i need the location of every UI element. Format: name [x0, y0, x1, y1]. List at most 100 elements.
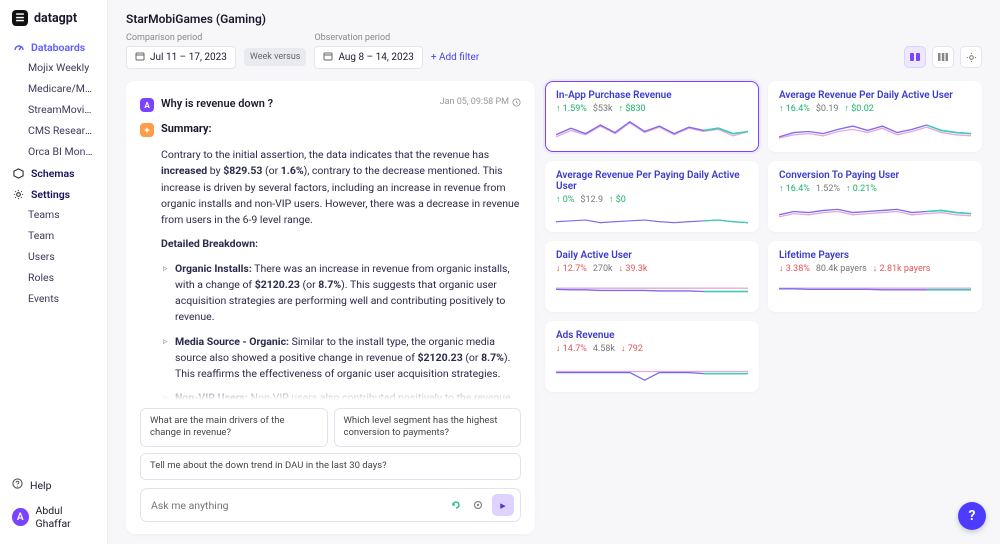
- metric-card[interactable]: Ads Revenue ↓ 14.7% 4.58k ↓ 792: [545, 321, 759, 392]
- sparkline-chart: [556, 118, 748, 145]
- help-fab[interactable]: ?: [958, 502, 986, 530]
- sidebar-item[interactable]: StreamMovie (B2C): [0, 99, 107, 120]
- sparkline-chart: [779, 118, 971, 145]
- help-icon: [12, 478, 23, 492]
- versus-pill[interactable]: Week versus: [244, 48, 307, 66]
- sparkline-chart: [556, 278, 748, 305]
- metric-change: ↑ 16.4%: [779, 103, 810, 114]
- regenerate-icon[interactable]: [448, 497, 464, 513]
- metric-change: ↑ 16.4%: [779, 183, 810, 194]
- calendar-icon: [135, 51, 145, 64]
- user-name: Abdul Ghaffar: [36, 504, 95, 530]
- user-badge-icon: A: [140, 98, 154, 112]
- metric-delta: ↓ 2.81k payers: [873, 263, 931, 274]
- sparkline-chart: [556, 358, 748, 385]
- sidebar: ☰ datagpt Databoards Mojix WeeklyMedicar…: [0, 0, 108, 544]
- message-timestamp: Jan 05, 09:58 PM: [440, 97, 521, 107]
- metric-value: 80.4k payers: [816, 264, 867, 274]
- metric-card[interactable]: Daily Active User ↓ 12.7% 270k ↓ 39.3k: [545, 241, 759, 312]
- sidebar-item[interactable]: Mojix Weekly: [0, 57, 107, 78]
- add-filter-button[interactable]: + Add filter: [431, 52, 479, 63]
- chat-input-field[interactable]: [151, 499, 442, 512]
- sidebar-item[interactable]: Orca BI Monthly: [0, 141, 107, 162]
- gear-icon: [12, 188, 25, 201]
- metric-title: In-App Purchase Revenue: [556, 90, 748, 101]
- metric-card[interactable]: Lifetime Payers ↓ 3.38% 80.4k payers ↓ 2.81…: [768, 241, 982, 312]
- help-label: Help: [30, 479, 52, 492]
- comparison-period-picker[interactable]: Jul 11 – 17, 2023: [126, 46, 236, 69]
- sparkline-chart: [779, 278, 971, 305]
- suggestion-chip[interactable]: Which level segment has the highest conv…: [334, 408, 522, 448]
- chat-input[interactable]: ▸: [140, 488, 521, 522]
- nav-schemas[interactable]: Schemas: [0, 162, 107, 183]
- metric-card[interactable]: In-App Purchase Revenue ↑ 1.59% $53k ↑ $830: [545, 81, 759, 152]
- sidebar-item[interactable]: Events: [0, 288, 107, 309]
- metric-delta: ↑ $0.02: [844, 103, 873, 114]
- metric-title: Average Revenue Per Paying Daily Active …: [556, 170, 748, 192]
- page-title: StarMobiGames (Gaming): [108, 0, 1000, 29]
- sidebar-item[interactable]: CMS Research...: [0, 120, 107, 141]
- nav-help[interactable]: Help: [0, 472, 107, 498]
- chat-panel: A Why is revenue down ? Jan 05, 09:58 PM…: [126, 81, 535, 534]
- metric-value: 270k: [593, 264, 613, 274]
- observation-period-value: Aug 8 – 14, 2023: [338, 52, 413, 63]
- assistant-badge-icon: ✦: [140, 123, 154, 137]
- layout-columns-button[interactable]: [932, 46, 954, 68]
- metric-change: ↓ 12.7%: [556, 263, 587, 274]
- metric-value: $0.19: [816, 104, 839, 114]
- sidebar-item[interactable]: Teams: [0, 204, 107, 225]
- metric-delta: ↑ 0.21%: [846, 183, 877, 194]
- metric-card[interactable]: Average Revenue Per Daily Active User ↑ 1…: [768, 81, 982, 152]
- sparkline-chart: [556, 209, 748, 231]
- metric-title: Lifetime Payers: [779, 250, 971, 261]
- tools-icon[interactable]: [470, 497, 486, 513]
- metric-value: $12.9: [580, 195, 603, 205]
- brand-logo[interactable]: ☰ datagpt: [0, 10, 107, 36]
- nav-settings[interactable]: Settings: [0, 183, 107, 204]
- nav-settings-label: Settings: [31, 188, 70, 201]
- sidebar-item[interactable]: Team: [0, 225, 107, 246]
- metric-title: Ads Revenue: [556, 330, 748, 341]
- user-question: Why is revenue down ?: [161, 97, 433, 110]
- sidebar-item[interactable]: Roles: [0, 267, 107, 288]
- metric-delta: ↓ 39.3k: [619, 263, 648, 274]
- metric-change: ↓ 3.38%: [779, 263, 810, 274]
- brand-name: datagpt: [34, 11, 77, 26]
- logo-icon: ☰: [12, 10, 28, 26]
- metric-card[interactable]: Conversion To Paying User↑ 16.4%1.52%↑ 0…: [768, 161, 982, 232]
- suggestion-chip[interactable]: What are the main drivers of the change …: [140, 408, 328, 448]
- filter-bar: Comparison period Jul 11 – 17, 2023 Week…: [108, 29, 1000, 75]
- observation-period-label: Observation period: [314, 33, 422, 43]
- user-avatar: A: [12, 508, 29, 526]
- nav-databoards[interactable]: Databoards: [0, 36, 107, 57]
- cube-icon: [12, 167, 25, 180]
- sidebar-item[interactable]: Users: [0, 246, 107, 267]
- suggestion-chip[interactable]: Tell me about the down trend in DAU in t…: [140, 453, 521, 480]
- sidebar-item[interactable]: Medicare/Medical...: [0, 78, 107, 99]
- comparison-period-value: Jul 11 – 17, 2023: [150, 52, 227, 63]
- metric-value: 1.52%: [816, 184, 840, 194]
- metric-value: 4.58k: [593, 344, 615, 354]
- metric-change: ↑ 0%: [556, 194, 574, 205]
- layout-settings-button[interactable]: [960, 46, 982, 68]
- sparkline-chart: [779, 198, 971, 225]
- metric-value: $53k: [593, 104, 613, 114]
- metric-delta: ↑ $830: [619, 103, 646, 114]
- layout-split-button[interactable]: [904, 46, 926, 68]
- metric-delta: ↑ $0: [609, 194, 626, 205]
- send-button[interactable]: ▸: [492, 494, 514, 516]
- summary-body: Contrary to the initial assertion, the d…: [140, 147, 521, 400]
- comparison-period-label: Comparison period: [126, 33, 236, 43]
- metric-delta: ↓ 792: [621, 343, 643, 354]
- metric-change: ↓ 14.7%: [556, 343, 587, 354]
- nav-databoards-label: Databoards: [31, 41, 85, 54]
- nav-schemas-label: Schemas: [31, 167, 75, 180]
- summary-heading: Summary:: [161, 122, 521, 135]
- calendar-icon: [323, 51, 333, 64]
- nav-user[interactable]: A Abdul Ghaffar: [0, 498, 107, 536]
- observation-period-picker[interactable]: Aug 8 – 14, 2023: [314, 46, 422, 69]
- metric-title: Daily Active User: [556, 250, 748, 261]
- metric-title: Average Revenue Per Daily Active User: [779, 90, 971, 101]
- metric-card[interactable]: Average Revenue Per Paying Daily Active …: [545, 161, 759, 232]
- metric-change: ↑ 1.59%: [556, 103, 587, 114]
